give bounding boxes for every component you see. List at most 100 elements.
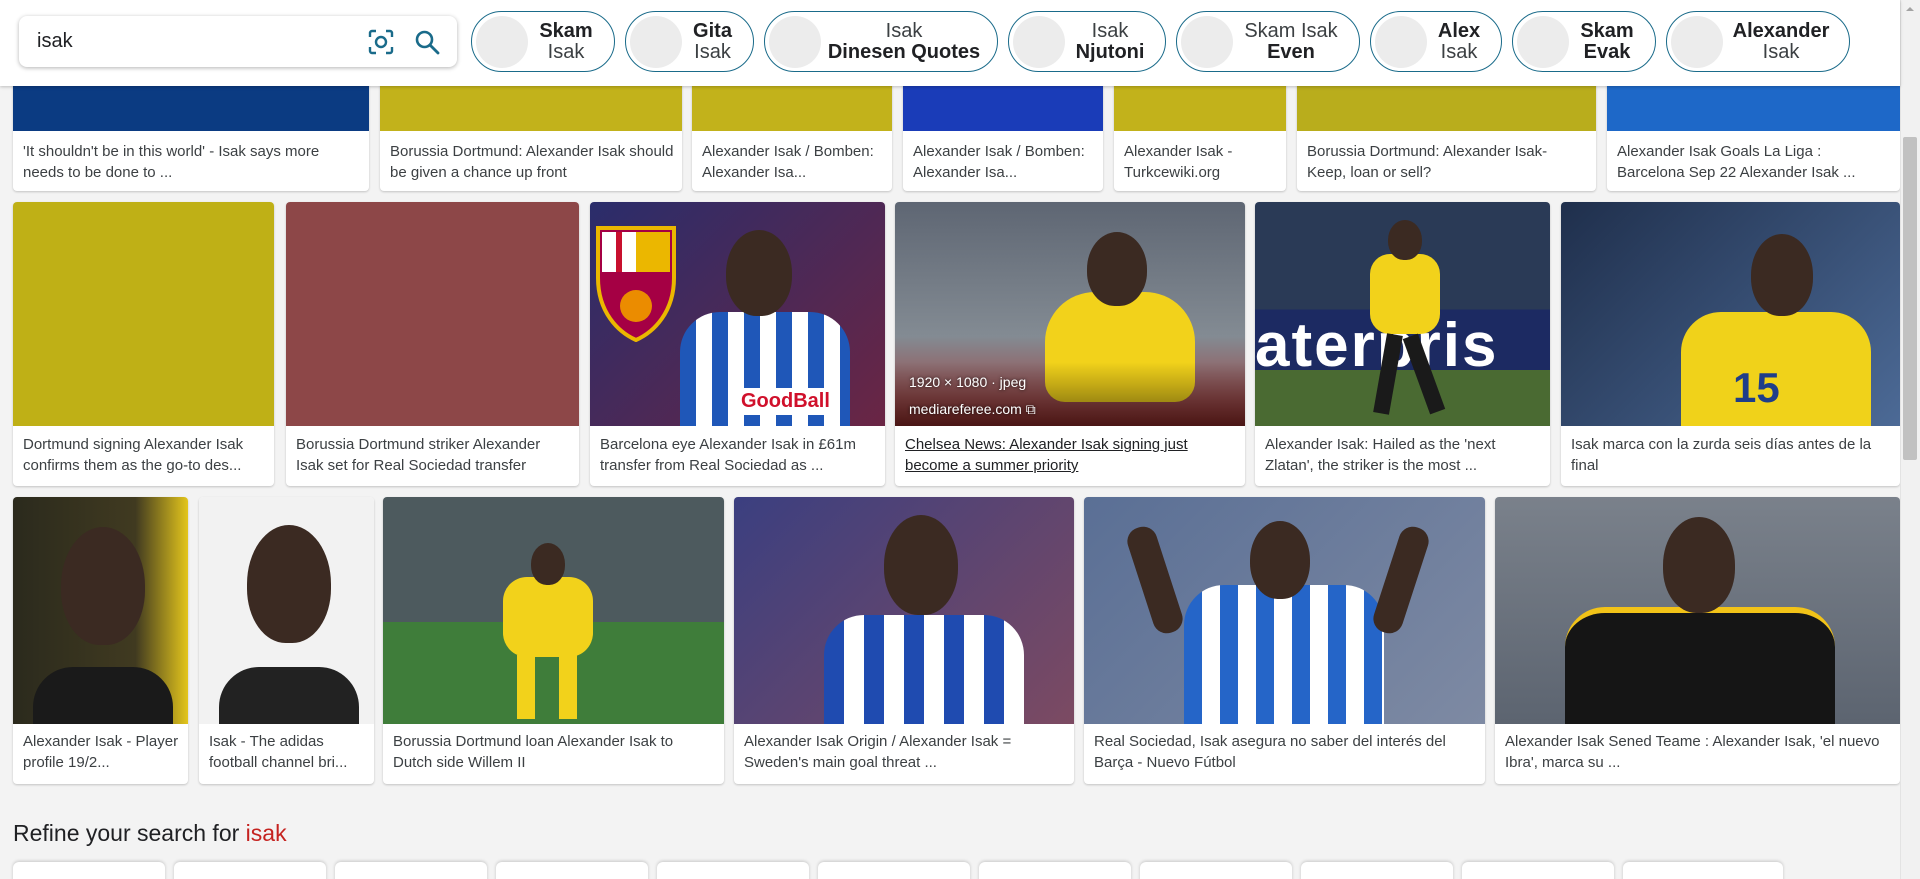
result-image[interactable] [383, 497, 724, 724]
chip-thumbnail [1181, 15, 1233, 68]
chip-thumbnail [476, 15, 528, 68]
player-photo [219, 507, 359, 724]
refine-card[interactable] [657, 862, 809, 879]
chip-label: Njutoni [1075, 40, 1145, 63]
image-result[interactable]: 'It shouldn't be in this world' - Isak s… [13, 70, 369, 191]
result-caption[interactable]: Alexander Isak - Player profile 19/2... [23, 731, 180, 773]
chip-thumbnail [1013, 15, 1065, 68]
player-photo [483, 537, 613, 724]
image-source: mediareferee.com [909, 401, 1022, 417]
image-result[interactable]: Isak - The adidas football channel bri..… [199, 497, 374, 784]
image-result[interactable]: Borussia Dortmund striker Alexander Isak… [286, 202, 579, 486]
image-result[interactable]: Borussia Dortmund: Alexander Isak should… [380, 70, 682, 191]
image-result[interactable]: aterpris Alexander Isak: Hailed as the '… [1255, 202, 1550, 486]
result-caption[interactable]: Borussia Dortmund: Alexander Isak should… [390, 141, 674, 183]
chip-label: Isak [1091, 19, 1129, 42]
chip-label: Evak [1583, 40, 1631, 63]
refine-card[interactable] [1140, 862, 1292, 879]
result-caption[interactable]: Alexander Isak: Hailed as the 'next Zlat… [1265, 434, 1542, 476]
chip-label: Gita [693, 19, 732, 42]
visual-search-icon[interactable] [367, 28, 395, 56]
result-image[interactable] [13, 497, 188, 724]
scroll-up-icon[interactable] [1905, 4, 1915, 14]
chip-thumbnail [630, 15, 682, 68]
result-caption[interactable]: Alexander Isak Goals La Liga : Barcelona… [1617, 141, 1892, 183]
related-chip-alex-isak[interactable]: Alex Isak [1370, 11, 1502, 72]
result-image[interactable]: 15 [1561, 202, 1900, 426]
result-image[interactable] [1084, 497, 1485, 724]
result-image[interactable] [286, 202, 579, 426]
related-chip-alexander-isak[interactable]: Alexander Isak [1666, 11, 1850, 72]
image-result[interactable]: Alexander Isak / Bomben: Alexander Isa..… [692, 70, 892, 191]
refine-card[interactable] [174, 862, 326, 879]
result-image[interactable]: GoodBall [590, 202, 885, 426]
result-caption[interactable]: Borussia Dortmund loan Alexander Isak to… [393, 731, 716, 773]
player-photo: 15 [1651, 212, 1891, 426]
image-source-link[interactable]: mediareferee.com ⧉ [909, 401, 1036, 418]
player-photo [814, 505, 1034, 724]
result-image[interactable]: 1920 × 1080 · jpeg mediareferee.com ⧉ [895, 202, 1245, 426]
chip-label: Dinesen Quotes [827, 40, 981, 63]
search-input[interactable]: isak [37, 30, 73, 53]
image-result[interactable]: GoodBall Barcelona eye Alexander Isak in… [590, 202, 885, 486]
refine-card[interactable] [1623, 862, 1783, 879]
scrollbar-thumb[interactable] [1903, 137, 1917, 460]
result-caption[interactable]: Isak - The adidas football channel bri..… [209, 731, 366, 773]
image-result[interactable]: Borussia Dortmund loan Alexander Isak to… [383, 497, 724, 784]
result-caption[interactable]: Chelsea News: Alexander Isak signing jus… [905, 434, 1237, 476]
image-result[interactable]: 15 Isak marca con la zurda seis días ant… [1561, 202, 1900, 486]
result-caption[interactable]: Alexander Isak / Bomben: Alexander Isa..… [913, 141, 1095, 183]
result-caption[interactable]: Borussia Dortmund striker Alexander Isak… [296, 434, 571, 476]
result-caption[interactable]: 'It shouldn't be in this world' - Isak s… [23, 141, 361, 183]
image-result[interactable]: Alexander Isak - Turkcewiki.org [1114, 70, 1286, 191]
related-chip-gita-isak[interactable]: Gita Isak [625, 11, 754, 72]
result-image[interactable]: aterpris [1255, 202, 1550, 426]
player-photo [1340, 214, 1470, 426]
image-result[interactable]: Dortmund signing Alexander Isak confirms… [13, 202, 274, 486]
refine-card[interactable] [818, 862, 970, 879]
image-result[interactable]: Alexander Isak Origin / Alexander Isak =… [734, 497, 1074, 784]
image-result-hovered[interactable]: 1920 × 1080 · jpeg mediareferee.com ⧉ Ch… [895, 202, 1245, 486]
related-chip-skam-isak[interactable]: Skam Isak [471, 11, 615, 72]
chip-label: Isak [1440, 40, 1478, 63]
related-chip-isak-dinesen-quotes[interactable]: Isak Dinesen Quotes [764, 11, 998, 72]
chip-thumbnail [769, 15, 821, 68]
refine-card[interactable] [13, 862, 165, 879]
result-image[interactable] [199, 497, 374, 724]
result-image[interactable] [1495, 497, 1900, 724]
result-caption[interactable]: Isak marca con la zurda seis días antes … [1571, 434, 1892, 476]
refine-card[interactable] [979, 862, 1131, 879]
result-caption[interactable]: Real Sociedad, Isak asegura no saber del… [1094, 731, 1477, 773]
refine-card[interactable] [1301, 862, 1453, 879]
chip-label: Isak [885, 19, 923, 42]
search-box[interactable]: isak [19, 16, 457, 67]
image-result[interactable]: Alexander Isak Goals La Liga : Barcelona… [1607, 70, 1900, 191]
shirt-number: 15 [1733, 364, 1780, 411]
result-caption[interactable]: Dortmund signing Alexander Isak confirms… [23, 434, 266, 476]
chip-thumbnail [1517, 15, 1569, 68]
image-result[interactable]: Borussia Dortmund: Alexander Isak- Keep,… [1297, 70, 1596, 191]
result-caption[interactable]: Alexander Isak Sened Teame : Alexander I… [1505, 731, 1892, 773]
result-caption[interactable]: Alexander Isak Origin / Alexander Isak =… [744, 731, 1066, 773]
refine-heading: Refine your search for isak [13, 820, 287, 847]
result-caption[interactable]: Alexander Isak / Bomben: Alexander Isa..… [702, 141, 884, 183]
result-image[interactable] [734, 497, 1074, 724]
chip-label: Alex [1437, 19, 1481, 42]
refine-card[interactable] [1462, 862, 1614, 879]
result-caption[interactable]: Barcelona eye Alexander Isak in £61m tra… [600, 434, 877, 476]
chip-label: Skam [1580, 19, 1634, 42]
related-chip-skam-isak-even[interactable]: Skam Isak Even [1176, 11, 1360, 72]
related-chip-skam-evak[interactable]: Skam Evak [1512, 11, 1656, 72]
related-chip-isak-njutoni[interactable]: Isak Njutoni [1008, 11, 1166, 72]
refine-card[interactable] [335, 862, 487, 879]
search-icon[interactable] [413, 28, 441, 56]
result-caption[interactable]: Alexander Isak - Turkcewiki.org [1124, 141, 1278, 183]
image-result[interactable]: Alexander Isak Sened Teame : Alexander I… [1495, 497, 1900, 784]
image-result[interactable]: Alexander Isak - Player profile 19/2... [13, 497, 188, 784]
image-result[interactable]: Real Sociedad, Isak asegura no saber del… [1084, 497, 1485, 784]
result-image[interactable] [13, 202, 274, 426]
refine-card[interactable] [496, 862, 648, 879]
image-result[interactable]: Alexander Isak / Bomben: Alexander Isa..… [903, 70, 1103, 191]
chip-label: Alexander [1732, 19, 1830, 42]
result-caption[interactable]: Borussia Dortmund: Alexander Isak- Keep,… [1307, 141, 1588, 183]
